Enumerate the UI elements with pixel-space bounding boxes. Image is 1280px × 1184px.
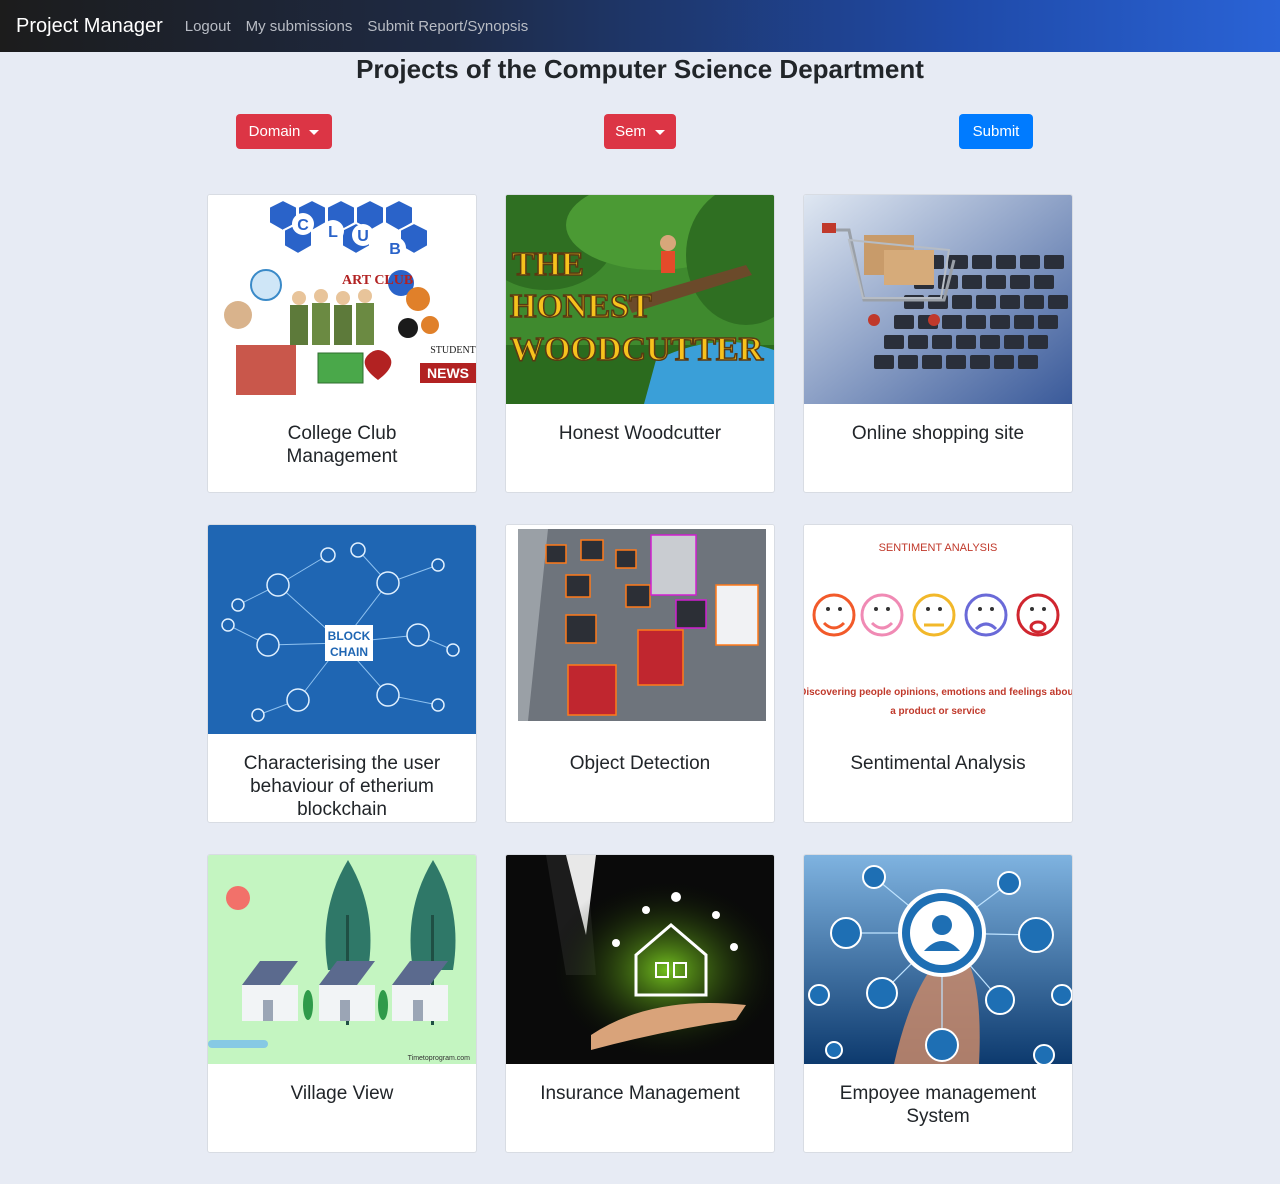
svg-text:B: B	[389, 241, 401, 258]
nav-submit-report[interactable]: Submit Report/Synopsis	[367, 18, 528, 35]
caret-down-icon	[309, 129, 320, 135]
svg-text:L: L	[328, 224, 338, 241]
svg-text:CHAIN: CHAIN	[330, 645, 368, 659]
submit-button[interactable]: Submit	[959, 114, 1033, 149]
project-card[interactable]: Empoyee management System	[803, 854, 1073, 1153]
project-title: Characterising the user behaviour of eth…	[243, 753, 441, 820]
domain-dropdown-button[interactable]: Domain	[236, 114, 332, 149]
project-title: Village View	[290, 1083, 394, 1104]
svg-text:U: U	[357, 228, 369, 245]
nav-logout[interactable]: Logout	[185, 18, 231, 35]
svg-text:THE: THE	[512, 246, 584, 283]
page-title: Projects of the Computer Science Departm…	[356, 54, 924, 84]
project-title: Insurance Management	[540, 1083, 740, 1104]
svg-text:WOODCUTTER: WOODCUTTER	[510, 331, 764, 368]
project-card[interactable]: C L U B ART CLUB STUDENT NEWS College Cl…	[207, 194, 477, 493]
project-title: College Club Management	[286, 423, 398, 467]
domain-label: Domain	[248, 123, 301, 140]
project-image-woodcutter: THE HONEST WOODCUTTER	[506, 195, 774, 404]
brand-link[interactable]: Project Manager	[16, 15, 163, 38]
nav-my-submissions[interactable]: My submissions	[246, 18, 353, 35]
svg-text:C: C	[297, 217, 309, 234]
caret-down-icon	[654, 129, 665, 135]
project-image-village: Timetoprogram.com	[208, 855, 476, 1064]
sem-dropdown-button[interactable]: Sem	[604, 114, 676, 149]
svg-text:BLOCK: BLOCK	[328, 629, 371, 643]
project-title: Online shopping site	[851, 423, 1025, 444]
project-image-employee	[804, 855, 1072, 1064]
project-card[interactable]: BLOCK CHAIN Characterising the user beha…	[207, 524, 477, 823]
project-image-shopping	[804, 195, 1072, 404]
sem-label: Sem	[615, 123, 646, 140]
svg-text:a product or service: a product or service	[890, 706, 986, 717]
svg-text:NEWS: NEWS	[427, 365, 469, 381]
svg-text:ART CLUB: ART CLUB	[342, 273, 413, 288]
svg-text:Discovering people opinions, e: Discovering people opinions, emotions an…	[804, 687, 1072, 698]
svg-text:HONEST: HONEST	[510, 288, 652, 325]
project-title: Empoyee management System	[839, 1083, 1037, 1127]
project-title: Honest Woodcutter	[558, 423, 722, 444]
project-image-sentiment: SENTIMENT ANALYSIS Discovering people op…	[804, 525, 1072, 734]
submit-label: Submit	[972, 123, 1020, 140]
project-title: Sentimental Analysis	[850, 753, 1026, 774]
project-card[interactable]: SENTIMENT ANALYSIS Discovering people op…	[803, 524, 1073, 823]
project-card[interactable]: Object Detection	[505, 524, 775, 823]
project-card[interactable]: Online shopping site	[803, 194, 1073, 493]
svg-text:SENTIMENT ANALYSIS: SENTIMENT ANALYSIS	[879, 542, 998, 554]
project-image-blockchain: BLOCK CHAIN	[208, 525, 476, 734]
svg-text:Timetoprogram.com: Timetoprogram.com	[408, 1055, 471, 1062]
project-card[interactable]: Insurance Management	[505, 854, 775, 1153]
project-image-clubs: C L U B ART CLUB STUDENT NEWS	[208, 195, 476, 404]
project-title: Object Detection	[569, 753, 711, 774]
svg-text:STUDENT: STUDENT	[430, 345, 476, 356]
project-image-insurance	[506, 855, 774, 1064]
project-card[interactable]: THE HONEST WOODCUTTER Honest Woodcutter	[505, 194, 775, 493]
project-image-object-detection	[506, 525, 774, 734]
project-card[interactable]: Timetoprogram.com Village View	[207, 854, 477, 1153]
navbar: Project Manager Logout My submissions Su…	[0, 0, 1280, 52]
